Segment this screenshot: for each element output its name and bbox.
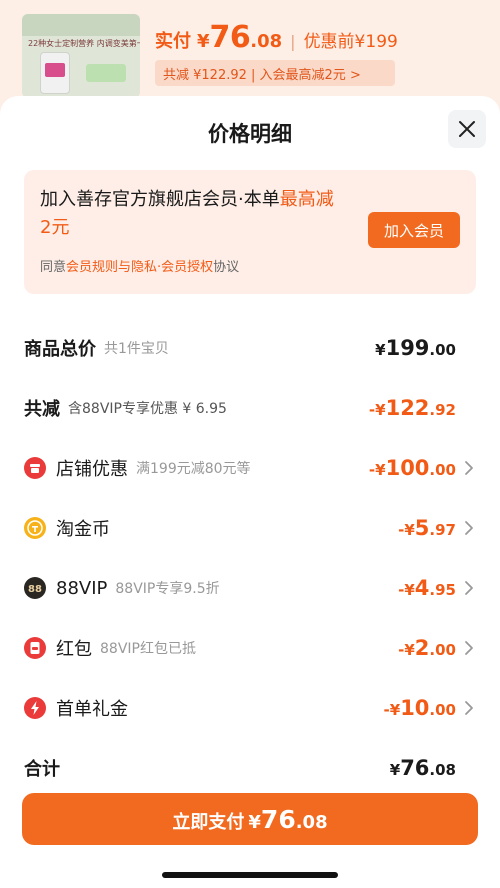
pay-int: 76 [260,805,296,834]
chevron-right-icon [465,521,473,535]
join-member-button[interactable]: 加入会员 [368,212,460,248]
row-total-reduce: 共减 含88VIP专享优惠 ¥ 6.95 -¥ 122.92 [24,388,476,428]
red-packet-label: 红包 [56,639,92,660]
membership-title-text: 加入善存官方旗舰店会员·本单 [40,189,280,210]
vip-amount: -¥ 4.95 [398,576,456,600]
chevron-right-icon [465,641,473,655]
agreement-link[interactable]: 会员规则与隐私·会员授权 [66,260,213,275]
paid-dec: .08 [250,31,283,52]
product-thumbnail: 22种女士定制营养 内调变美第一瓶 [22,14,140,98]
chevron-right-icon [465,581,473,595]
total-price-sub: 共1件宝贝 [104,341,169,357]
paid-yen: ¥ [197,31,210,52]
row-tao-coin[interactable]: 淘金币 -¥ 5.97 [24,508,476,548]
red-packet-icon [24,637,46,659]
tao-coin-amount: -¥ 5.97 [398,516,456,540]
product-backdrop: 22种女士定制营养 内调变美第一瓶 实付 ¥ 76 .08 | 优惠前¥199 … [0,0,500,110]
paid-label: 实付 [155,31,191,52]
pay-yen: ¥ [248,812,261,833]
row-88vip[interactable]: 88 88VIP 88VIP专享9.5折 -¥ 4.95 [24,568,476,608]
vip88-icon: 88 [24,577,46,599]
agree-suffix: 协议 [213,260,240,275]
first-order-amount: -¥ 10.00 [383,696,456,720]
first-order-label: 首单礼金 [56,699,128,720]
membership-agreement: 同意会员规则与隐私·会员授权协议 [40,256,239,275]
pay-label: 立即支付 [172,812,245,833]
sum-amount: ¥76.08 [389,756,456,780]
agree-prefix: 同意 [40,260,67,275]
home-indicator [162,872,338,878]
total-price-amount: ¥199.00 [375,336,456,360]
lightning-icon [24,697,46,719]
tao-coin-label: 淘金币 [56,519,110,540]
reduce-label: 共减 [24,399,60,420]
red-packet-amount: -¥ 2.00 [398,636,456,660]
row-red-packet[interactable]: 红包 88VIP红包已抵 -¥ 2.00 [24,628,476,668]
price-detail-sheet: 价格明细 加入善存官方旗舰店会员·本单最高减2元 同意会员规则与隐私·会员授权协… [0,96,500,888]
sum-label: 合计 [24,759,60,780]
shop-discount-amount: -¥ 100.00 [368,456,456,480]
pay-now-button[interactable]: 立即支付 ¥ 76 .08 [22,793,478,845]
row-first-order-gift[interactable]: 首单礼金 -¥ 10.00 [24,688,476,728]
product-banner-text: 22种女士定制营养 内调变美第一瓶 [28,39,140,48]
total-price-label: 商品总价 [24,339,96,360]
chevron-right-icon [465,701,473,715]
row-shop-discount[interactable]: 店铺优惠 满199元减80元等 -¥ 100.00 [24,448,476,488]
chevron-right-icon [465,461,473,475]
sheet-title: 价格明细 [208,122,292,146]
paid-int: 76 [209,20,251,55]
reduce-sub: 含88VIP专享优惠 ¥ 6.95 [68,401,227,417]
shop-discount-sub: 满199元减80元等 [136,461,251,477]
vip-sub: 88VIP专享9.5折 [115,581,220,597]
red-packet-sub: 88VIP红包已抵 [100,641,196,657]
vip-label: 88VIP [56,577,108,599]
svg-text:88: 88 [28,584,42,595]
shop-icon [24,457,46,479]
close-icon [459,121,475,137]
reduce-amount: -¥ 122.92 [368,396,456,420]
row-sum: 合计 ¥76.08 [24,748,476,788]
membership-card: 加入善存官方旗舰店会员·本单最高减2元 同意会员规则与隐私·会员授权协议 加入会… [24,170,476,294]
shop-discount-label: 店铺优惠 [56,459,128,480]
separator: | [290,32,296,51]
before-discount-price: 优惠前¥199 [303,32,398,52]
discount-strip[interactable]: 共减 ¥122.92 | 入会最高减2元 > [155,60,395,86]
paid-price-summary: 实付 ¥ 76 .08 | 优惠前¥199 [155,20,398,55]
coin-icon [24,517,46,539]
membership-title: 加入善存官方旗舰店会员·本单最高减2元 [40,186,340,242]
pay-dec: .08 [295,812,328,833]
close-button[interactable] [448,110,486,148]
row-total-price: 商品总价 共1件宝贝 ¥199.00 [24,328,476,368]
